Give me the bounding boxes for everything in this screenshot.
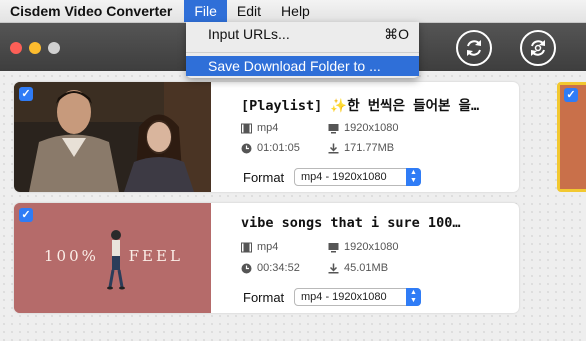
file-menu-dropdown: Input URLs... ⌘O Save Download Folder to… (186, 22, 419, 78)
clock-icon (241, 263, 252, 273)
download-icon (328, 143, 339, 153)
monitor-icon (328, 242, 339, 252)
film-icon (241, 123, 252, 133)
chevron-updown-icon: ▲ ▼ (406, 168, 421, 186)
menu-separator (186, 52, 419, 53)
select-checkbox[interactable]: ✓ (19, 87, 33, 101)
shortcut-label: ⌘O (384, 26, 409, 42)
video-title: vibe songs that i sure 100… (241, 215, 461, 231)
video-card: ✓ [Playlist] ✨한 번씩은 들어본 을… mp4 1920x1080… (14, 82, 519, 192)
clock-icon (241, 143, 252, 153)
download-mode-button[interactable] (520, 30, 556, 66)
video-title: [Playlist] ✨한 번씩은 들어본 을… (241, 98, 480, 114)
size-info: 171.77MB (328, 142, 394, 154)
film-icon (241, 242, 252, 252)
video-thumbnail[interactable]: ✓ (14, 82, 211, 192)
duration-info: 00:34:52 (241, 262, 300, 274)
monitor-icon (328, 123, 339, 133)
minimize-window-button[interactable] (29, 42, 41, 54)
select-checkbox[interactable]: ✓ (19, 208, 33, 222)
resolution-info: 1920x1080 (328, 241, 398, 253)
convert-mode-button[interactable] (456, 30, 492, 66)
chevron-updown-icon: ▲ ▼ (406, 288, 421, 306)
close-window-button[interactable] (10, 42, 22, 54)
menu-bar: Cisdem Video Converter File Edit Help (0, 0, 586, 23)
duration-info: 01:01:05 (241, 142, 300, 154)
container-info: mp4 (241, 122, 278, 134)
resolution-info: 1920x1080 (328, 122, 398, 134)
movie-scene-thumbnail (14, 82, 211, 192)
video-list-area: ✓ [Playlist] ✨한 번씩은 들어본 을… mp4 1920x1080… (0, 72, 586, 341)
rotate-download-icon (531, 40, 545, 56)
format-select[interactable]: mp4 - 1920x1080 ▲ ▼ (294, 168, 421, 186)
menu-help[interactable]: Help (271, 0, 320, 22)
app-menu[interactable]: Cisdem Video Converter (0, 3, 184, 19)
video-card: 100% FEEL GOOD ✓ vibe songs that i sure … (14, 203, 519, 313)
select-checkbox[interactable]: ✓ (564, 88, 578, 102)
partial-video-card[interactable]: ✓ (557, 82, 586, 192)
menu-item-save-download-folder[interactable]: Save Download Folder to ... (186, 56, 419, 76)
container-info: mp4 (241, 241, 278, 253)
menu-file[interactable]: File (184, 0, 227, 22)
zoom-window-button[interactable] (48, 42, 60, 54)
video-thumbnail[interactable]: 100% FEEL GOOD ✓ (14, 203, 211, 313)
format-label: Format (243, 170, 285, 185)
size-info: 45.01MB (328, 262, 388, 274)
download-icon (328, 263, 339, 273)
thumbnail-caption: 100% FEEL GOOD (44, 247, 211, 265)
format-select[interactable]: mp4 - 1920x1080 ▲ ▼ (294, 288, 421, 306)
format-label: Format (243, 290, 285, 305)
refresh-arrows-icon (467, 40, 481, 56)
menu-edit[interactable]: Edit (227, 0, 271, 22)
menu-item-input-urls[interactable]: Input URLs... ⌘O (186, 24, 419, 44)
